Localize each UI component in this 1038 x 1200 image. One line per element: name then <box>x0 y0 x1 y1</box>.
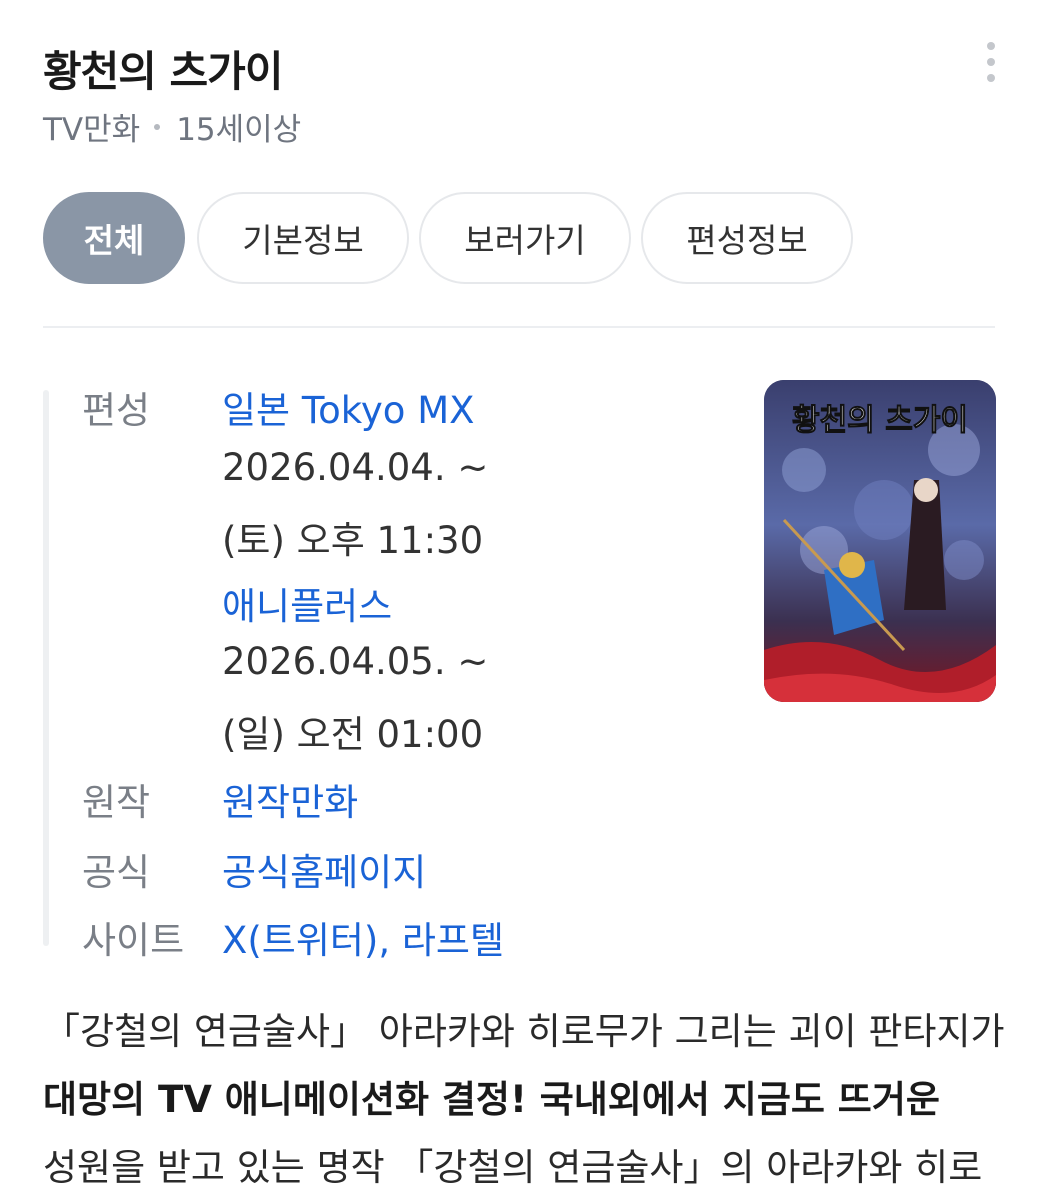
broadcast-date: 2026.04.04. ~ <box>222 446 489 489</box>
meta-line: TV만화 15세이상 <box>43 104 301 149</box>
detail-page: 황천의 츠가이 TV만화 15세이상 전체 기본정보 보러가기 편성정보 편성 … <box>0 0 1038 1200</box>
more-dot <box>987 42 995 50</box>
category-text: TV만화 <box>43 112 141 148</box>
more-dot <box>987 58 995 66</box>
official-site-label-line2: 사이트 <box>82 919 185 962</box>
tab-schedule[interactable]: 편성정보 <box>641 192 853 284</box>
description: 「강철의 연금술사」 아라카와 히로무가 그리는 괴이 판타지가 대망의 TV … <box>43 998 1005 1200</box>
link-separator: , <box>378 919 402 962</box>
official-site-label: 공식 <box>82 851 151 894</box>
description-line: 성원을 받고 있는 명작 「강철의 연금술사」의 아라카와 히로 <box>43 1146 983 1189</box>
laftel-link[interactable]: 라프텔 <box>402 919 504 962</box>
age-rating-text: 15세이상 <box>176 112 302 148</box>
separator-dot <box>154 123 161 130</box>
broadcast-channel-link[interactable]: 일본 Tokyo MX <box>222 380 474 434</box>
broadcast-date: 2026.04.05. ~ <box>222 640 489 683</box>
info-left-bar <box>43 390 49 946</box>
twitter-link[interactable]: X(트위터) <box>222 919 378 962</box>
poster-image[interactable]: 황천의 츠가이 <box>764 380 996 702</box>
broadcast-label: 편성 <box>82 389 151 432</box>
official-homepage-link[interactable]: 공식홈페이지 <box>222 842 426 896</box>
broadcast-time: (일) 오전 01:00 <box>222 713 484 756</box>
poster-art: 황천의 츠가이 <box>764 380 996 702</box>
original-label: 원작 <box>82 781 151 824</box>
broadcast-channel-link[interactable]: 애니플러스 <box>222 576 392 630</box>
site-links: X(트위터), 라프텔 <box>222 910 504 964</box>
broadcast-time: (토) 오후 11:30 <box>222 519 484 562</box>
tab-all[interactable]: 전체 <box>43 192 185 284</box>
description-line: 「강철의 연금술사」 아라카와 히로무가 그리는 괴이 판타지가 <box>43 1010 1005 1053</box>
description-line-bold: 대망의 TV 애니메이션화 결정! 국내외에서 지금도 뜨거운 <box>43 1078 940 1121</box>
tab-basic-info[interactable]: 기본정보 <box>197 192 409 284</box>
more-options-icon[interactable] <box>976 40 1006 84</box>
more-dot <box>987 74 995 82</box>
page-title: 황천의 츠가이 <box>43 47 283 96</box>
tab-watch[interactable]: 보러가기 <box>419 192 631 284</box>
section-divider <box>43 326 995 328</box>
poster-title-text: 황천의 츠가이 <box>792 403 968 438</box>
original-manga-link[interactable]: 원작만화 <box>222 772 358 826</box>
